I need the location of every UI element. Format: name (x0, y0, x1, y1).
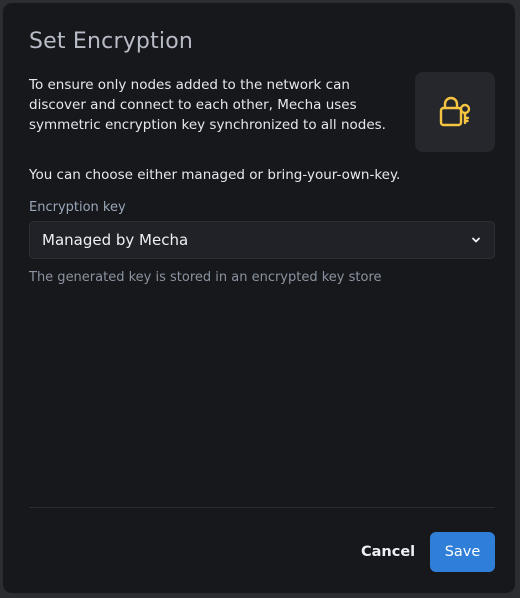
dialog-title: Set Encryption (29, 29, 194, 54)
encryption-key-helper-text: The generated key is stored in an encryp… (29, 270, 382, 285)
encryption-key-selected-value: Managed by Mecha (42, 231, 189, 249)
save-button[interactable]: Save (430, 532, 495, 572)
encryption-key-label: Encryption key (29, 200, 126, 215)
lock-key-icon (439, 96, 471, 127)
icon-container (415, 72, 495, 152)
footer-divider (29, 507, 495, 508)
choose-option-text: You can choose either managed or bring-y… (29, 167, 401, 183)
chevron-down-icon (472, 237, 480, 243)
cancel-button[interactable]: Cancel (355, 533, 421, 571)
set-encryption-dialog: Set Encryption To ensure only nodes adde… (2, 2, 516, 594)
dialog-description: To ensure only nodes added to the networ… (29, 77, 386, 133)
encryption-key-select[interactable]: Managed by Mecha (29, 221, 495, 259)
